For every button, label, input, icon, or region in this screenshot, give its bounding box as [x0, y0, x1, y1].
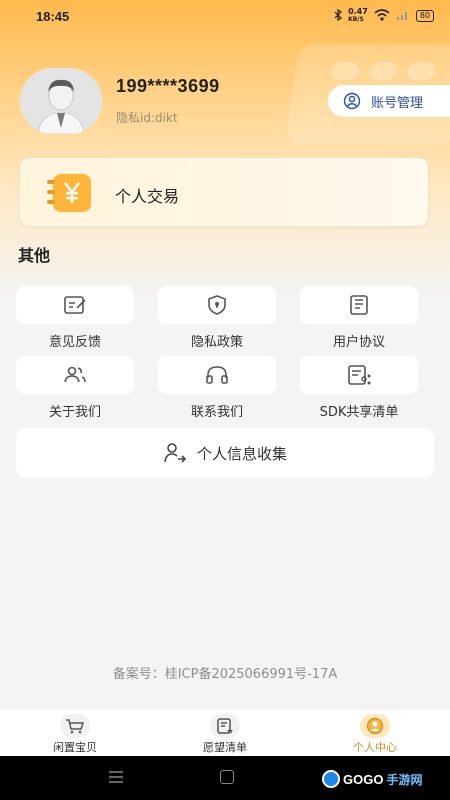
cart-icon: [60, 714, 90, 738]
headset-icon: [206, 366, 228, 384]
tab-idle-items-label: 闲置宝贝: [53, 741, 97, 754]
feedback-icon: [64, 296, 86, 314]
status-icons: 0.47 KB/S 80: [334, 8, 434, 24]
about-us-button[interactable]: [16, 356, 134, 394]
bottom-tab-bar: 闲置宝贝 愿望清单 个人中心: [0, 710, 450, 756]
about-us-label: 关于我们: [48, 405, 101, 420]
speed-value: 0.47: [348, 7, 368, 16]
personal-trade-card[interactable]: 个人交易: [20, 158, 428, 226]
speed-unit: KB/S: [348, 16, 364, 23]
profile-icon: [360, 714, 390, 738]
sdk-share-list-label: SDK共享清单: [319, 405, 399, 420]
watermark-logo: GOGO 手游网: [322, 768, 422, 790]
decor-dot: [367, 62, 399, 80]
battery-icon: 80: [415, 10, 434, 22]
status-bar: 18:45 0.47 KB/S 80: [0, 0, 450, 32]
feedback-label: 意见反馈: [48, 335, 101, 350]
list-share-icon: [348, 365, 371, 385]
logo-circle-icon: [322, 770, 340, 788]
user-phone: 199****3699: [116, 76, 220, 96]
icp-filing-number: 备案号：桂ICP备2025066991号-17A: [112, 667, 338, 682]
network-speed: 0.47 KB/S: [348, 8, 368, 24]
privacy-id: 隐私id:dikt: [116, 111, 178, 125]
shield-icon: [208, 295, 226, 315]
tab-wishlist[interactable]: 愿望清单: [150, 710, 300, 756]
watermark-suffix: 手游网: [386, 772, 423, 787]
users-icon: [64, 366, 86, 383]
user-add-icon: [164, 443, 187, 463]
wallet-yen-icon: [47, 174, 91, 212]
account-management-button[interactable]: 账号管理: [328, 85, 450, 117]
avatar[interactable]: [20, 68, 102, 134]
user-agreement-button[interactable]: [300, 286, 418, 324]
bluetooth-icon: [334, 8, 343, 24]
avatar-person-icon: [20, 68, 102, 134]
personal-info-collection-button[interactable]: 个人信息收集: [16, 428, 434, 478]
contact-us-button[interactable]: [158, 356, 276, 394]
home-button[interactable]: [220, 770, 234, 784]
wishlist-icon: [210, 714, 240, 738]
watermark-brand: GOGO: [343, 771, 384, 787]
tab-wishlist-label: 愿望清单: [203, 741, 247, 754]
header-background: [0, 0, 450, 300]
section-title-other: 其他: [18, 246, 51, 265]
decor-dot: [329, 62, 361, 80]
decor-dot: [405, 62, 437, 80]
system-navigation-bar: GOGO 手游网: [0, 756, 450, 800]
sdk-share-list-button[interactable]: [300, 356, 418, 394]
account-management-label: 账号管理: [371, 95, 424, 111]
signal-icon: [396, 9, 410, 24]
tab-profile-center[interactable]: 个人中心: [300, 710, 450, 756]
personal-trade-label: 个人交易: [115, 187, 180, 206]
privacy-policy-button[interactable]: [158, 286, 276, 324]
menu-icon[interactable]: [108, 771, 124, 783]
document-icon: [350, 295, 368, 315]
status-time: 18:45: [36, 8, 70, 24]
user-circle-icon: [343, 92, 361, 110]
user-agreement-label: 用户协议: [332, 335, 385, 350]
contact-us-label: 联系我们: [190, 405, 243, 420]
privacy-policy-label: 隐私政策: [190, 335, 243, 350]
tab-profile-center-label: 个人中心: [353, 741, 397, 754]
feedback-button[interactable]: [16, 286, 134, 324]
personal-info-collection-label: 个人信息收集: [196, 444, 287, 463]
tab-idle-items[interactable]: 闲置宝贝: [0, 710, 150, 756]
wifi-icon: [374, 8, 390, 24]
